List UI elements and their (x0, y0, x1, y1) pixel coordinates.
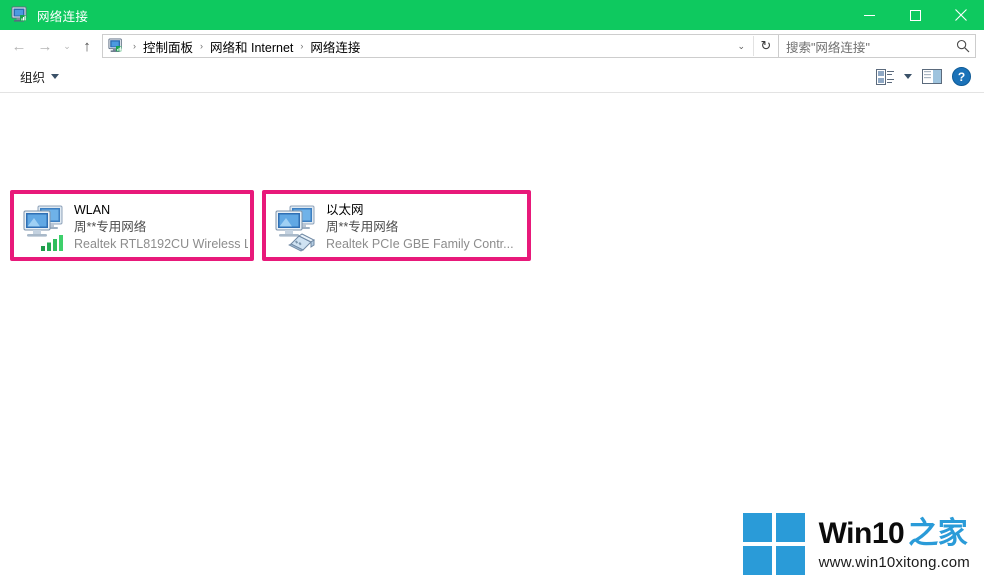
search-box[interactable]: 搜索"网络连接" (779, 34, 976, 58)
organize-button[interactable]: 组织 (14, 64, 65, 89)
back-button[interactable]: ← (6, 33, 32, 59)
help-button[interactable]: ? (947, 65, 976, 89)
windows-logo-icon (742, 513, 805, 575)
breadcrumb-separator: › (133, 40, 136, 51)
breadcrumb-item-network-connections[interactable]: 网络连接 (308, 37, 362, 56)
list-item[interactable]: 以太网 周**专用网络 Realtek PCIe GBE Family Cont… (270, 196, 525, 253)
address-bar: ← → ⌄ ↑ › 控制面板 › 网络和 Internet › 网络连接 ⌄ ↻ (0, 31, 984, 61)
breadcrumb-item-network-and-internet[interactable]: 网络和 Internet (208, 37, 295, 56)
forward-button[interactable]: → (32, 33, 58, 59)
watermark: Win10 之家 www.win10xitong.com (742, 513, 970, 575)
breadcrumb-separator: › (300, 40, 304, 51)
connection-name: WLAN (74, 203, 111, 217)
content-area: WLAN 周**专用网络 Realtek RTL8192CU Wireless … (0, 93, 984, 583)
breadcrumb-separator: › (200, 40, 204, 51)
wireless-network-icon (18, 200, 70, 252)
preview-pane-button[interactable] (917, 65, 947, 89)
network-connections-icon (11, 6, 29, 24)
connection-device: Realtek RTL8192CU Wireless L (74, 237, 248, 251)
view-layout-button[interactable] (871, 65, 899, 89)
windows-logo-pane (742, 546, 772, 575)
refresh-button[interactable]: ↻ (753, 36, 778, 56)
connection-network: 周**专用网络 (74, 220, 147, 234)
windows-logo-pane (742, 513, 772, 542)
window-titlebar: 网络连接 (0, 0, 984, 30)
up-button[interactable]: ↑ (76, 33, 98, 59)
list-item-text: 以太网 周**专用网络 Realtek PCIe GBE Family Cont… (326, 200, 514, 253)
list-item-text: WLAN 周**专用网络 Realtek RTL8192CU Wireless … (74, 200, 248, 253)
ethernet-network-icon (270, 200, 322, 252)
chevron-down-icon (51, 74, 60, 79)
watermark-brand-suffix: 之家 (908, 516, 968, 550)
maximize-button[interactable] (892, 0, 938, 30)
windows-logo-pane (775, 513, 805, 542)
connection-device: Realtek PCIe GBE Family Contr... (326, 237, 514, 251)
windows-logo-pane (775, 546, 805, 575)
close-button[interactable] (938, 0, 984, 30)
connection-name: 以太网 (326, 203, 364, 217)
search-icon[interactable] (951, 39, 975, 53)
search-input[interactable]: 搜索"网络连接" (779, 37, 951, 56)
help-icon: ? (952, 67, 971, 86)
watermark-brand: Win10 之家 (818, 516, 970, 550)
organize-label: 组织 (20, 71, 46, 85)
connection-network: 周**专用网络 (326, 220, 399, 234)
minimize-button[interactable] (846, 0, 892, 30)
watermark-brand-main: Win10 (818, 516, 905, 550)
breadcrumb-item-control-panel[interactable]: 控制面板 (141, 37, 195, 56)
window-title: 网络连接 (37, 9, 89, 24)
breadcrumb[interactable]: › 控制面板 › 网络和 Internet › 网络连接 ⌄ ↻ (102, 34, 779, 58)
network-connections-icon (108, 38, 124, 54)
chevron-down-icon (904, 74, 912, 79)
list-item[interactable]: WLAN 周**专用网络 Realtek RTL8192CU Wireless … (18, 196, 248, 253)
window-controls (846, 0, 984, 30)
command-toolbar: 组织 ? (0, 61, 984, 93)
view-layout-dropdown-button[interactable] (899, 65, 917, 89)
view-layout-icon (876, 68, 894, 85)
recent-locations-button[interactable]: ⌄ (58, 33, 76, 59)
chevron-down-icon[interactable]: ⌄ (729, 41, 753, 52)
watermark-url: www.win10xitong.com (818, 553, 970, 571)
preview-pane-icon (922, 69, 942, 84)
watermark-text: Win10 之家 www.win10xitong.com (818, 516, 970, 571)
